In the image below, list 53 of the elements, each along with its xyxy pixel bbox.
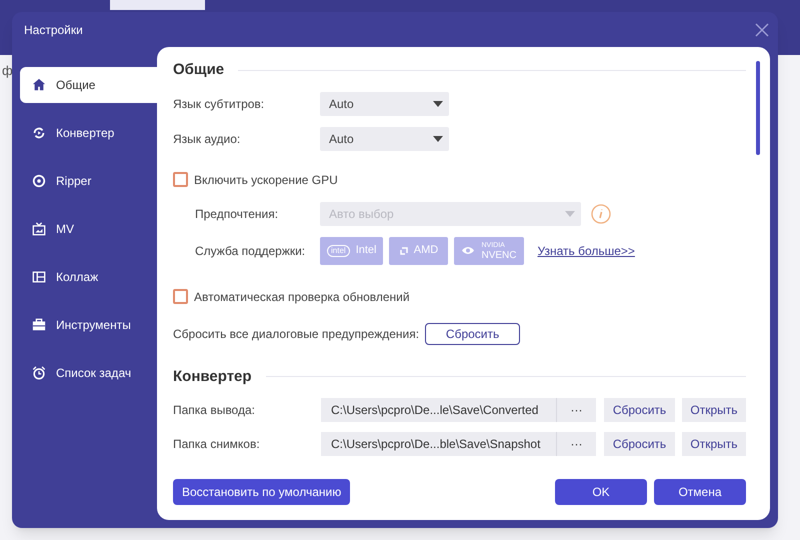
cancel-button[interactable]: Отмена xyxy=(654,479,746,505)
sidebar-item[interactable]: MV xyxy=(20,211,157,247)
field-label: Предпочтения: xyxy=(195,206,280,222)
disc-icon xyxy=(32,174,46,188)
field-label: Папка снимков: xyxy=(173,436,261,453)
dropdown-caret-icon xyxy=(433,136,443,142)
restore-defaults-button[interactable]: Восстановить по умолчанию xyxy=(173,479,350,505)
sidebar-item[interactable]: Конвертер xyxy=(20,115,157,151)
browse-button[interactable]: ··· xyxy=(556,398,596,422)
checkbox-label: Включить ускорение GPU xyxy=(194,172,338,188)
ok-button[interactable]: OK xyxy=(555,479,647,505)
tv-icon xyxy=(32,222,46,236)
field-label: Папка вывода: xyxy=(173,402,256,419)
reset-button[interactable]: Сбросить xyxy=(604,432,675,456)
dropdown[interactable]: Auto xyxy=(320,126,449,150)
learn-more-link[interactable]: Узнать больше>> xyxy=(538,242,635,260)
window-title: Настройки xyxy=(24,22,83,38)
reset-button[interactable]: Сбросить xyxy=(604,398,675,422)
alarm-clock-icon xyxy=(32,366,46,380)
sidebar-item[interactable]: Инструменты xyxy=(20,307,157,343)
checkbox[interactable] xyxy=(173,172,188,187)
browse-button[interactable]: ··· xyxy=(556,432,596,456)
field-label: Сбросить все диалоговые предупреждения: xyxy=(173,326,420,342)
section-heading: Общие xyxy=(173,60,224,80)
field-label: Служба поддержки: xyxy=(195,242,306,260)
dropdown-caret-icon xyxy=(433,100,443,106)
info-icon[interactable] xyxy=(591,204,611,224)
open-button[interactable]: Открыть xyxy=(682,398,746,422)
path-field[interactable]: C:\Users\pcpro\De...ble\Save\Snapshot xyxy=(321,432,556,456)
field-label: Язык аудио: xyxy=(173,130,242,148)
sidebar-item[interactable]: Общие xyxy=(20,67,157,103)
layout-icon xyxy=(32,270,46,284)
sidebar-item[interactable]: Список задач xyxy=(20,355,157,391)
eye-logo-icon xyxy=(461,246,476,255)
close-icon xyxy=(754,22,770,38)
amd-logo-icon xyxy=(400,246,408,254)
dropdown-caret-icon xyxy=(565,210,575,216)
refresh-icon xyxy=(32,126,46,140)
checkbox-label: Автоматическая проверка обновлений xyxy=(194,288,410,306)
app-text-fragment: ф xyxy=(2,62,13,80)
sidebar-item[interactable]: Коллаж xyxy=(20,259,157,295)
vendor-badge: intel Intel xyxy=(320,236,384,264)
field-label: Язык субтитров: xyxy=(173,96,266,112)
section-heading: Конвертер xyxy=(173,366,252,386)
open-button[interactable]: Открыть xyxy=(682,432,746,456)
checkbox[interactable] xyxy=(173,289,188,304)
vendor-badge: AMD xyxy=(389,236,448,264)
reset-button[interactable]: Сбросить xyxy=(425,322,520,344)
path-field[interactable]: C:\Users\pcpro\De...le\Save\Converted xyxy=(321,398,556,422)
toolbox-icon xyxy=(32,318,46,332)
sidebar-item[interactable]: Ripper xyxy=(20,163,157,199)
home-icon xyxy=(32,78,46,92)
dropdown[interactable]: Auto xyxy=(320,92,449,116)
